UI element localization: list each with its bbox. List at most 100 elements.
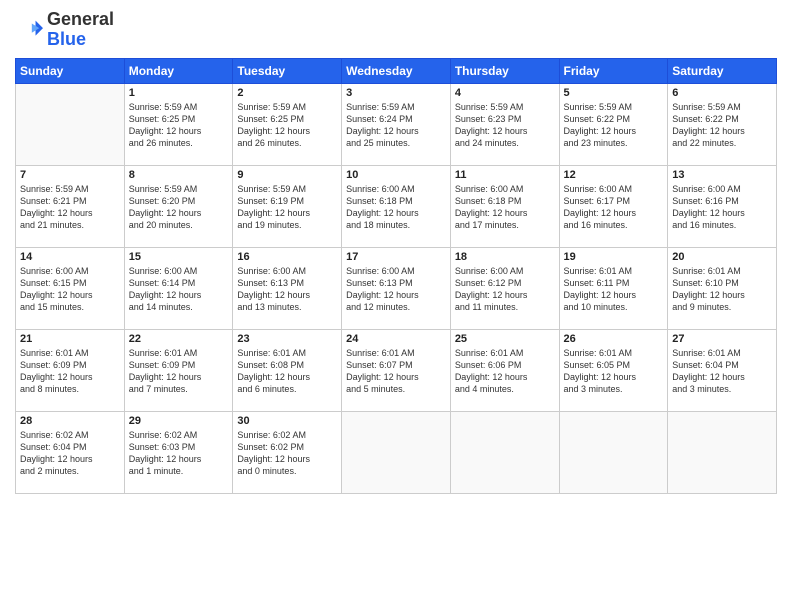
day-number: 16 bbox=[237, 251, 337, 263]
day-info: Sunrise: 6:02 AM Sunset: 6:02 PM Dayligh… bbox=[237, 429, 337, 478]
day-number: 24 bbox=[346, 333, 446, 345]
day-info: Sunrise: 6:01 AM Sunset: 6:07 PM Dayligh… bbox=[346, 347, 446, 396]
calendar-cell: 8Sunrise: 5:59 AM Sunset: 6:20 PM Daylig… bbox=[124, 165, 233, 247]
day-number: 6 bbox=[672, 87, 772, 99]
calendar-cell: 11Sunrise: 6:00 AM Sunset: 6:18 PM Dayli… bbox=[450, 165, 559, 247]
day-number: 7 bbox=[20, 169, 120, 181]
day-number: 9 bbox=[237, 169, 337, 181]
calendar-week-row: 1 Sunrise: 5:59 AM Sunset: 6:25 PM Daylig… bbox=[16, 83, 777, 165]
day-info: Sunrise: 5:59 AM Sunset: 6:25 PM Dayligh… bbox=[237, 101, 337, 150]
calendar-cell: 27 Sunrise: 6:01 AM Sunset: 6:04 PM Dayli… bbox=[668, 329, 777, 411]
calendar-week-row: 14Sunrise: 6:00 AM Sunset: 6:15 PM Dayli… bbox=[16, 247, 777, 329]
calendar-cell bbox=[559, 411, 668, 493]
weekday-header: Friday bbox=[559, 58, 668, 83]
calendar-cell: 28 Sunrise: 6:02 AM Sunset: 6:04 PM Dayli… bbox=[16, 411, 125, 493]
day-info: Sunrise: 6:00 AM Sunset: 6:14 PM Dayligh… bbox=[129, 265, 229, 314]
calendar-cell bbox=[668, 411, 777, 493]
day-info: Sunrise: 5:59 AM Sunset: 6:21 PM Dayligh… bbox=[20, 183, 120, 232]
calendar-week-row: 7 Sunrise: 5:59 AM Sunset: 6:21 PM Daylig… bbox=[16, 165, 777, 247]
calendar-cell: 21Sunrise: 6:01 AM Sunset: 6:09 PM Dayli… bbox=[16, 329, 125, 411]
day-info: Sunrise: 5:59 AM Sunset: 6:22 PM Dayligh… bbox=[672, 101, 772, 150]
weekday-header: Tuesday bbox=[233, 58, 342, 83]
calendar-cell: 19 Sunrise: 6:01 AM Sunset: 6:11 PM Dayli… bbox=[559, 247, 668, 329]
calendar-cell: 1 Sunrise: 5:59 AM Sunset: 6:25 PM Daylig… bbox=[124, 83, 233, 165]
day-info: Sunrise: 6:01 AM Sunset: 6:09 PM Dayligh… bbox=[129, 347, 229, 396]
calendar-cell: 20Sunrise: 6:01 AM Sunset: 6:10 PM Dayli… bbox=[668, 247, 777, 329]
day-number: 25 bbox=[455, 333, 555, 345]
day-number: 28 bbox=[20, 415, 120, 427]
day-number: 17 bbox=[346, 251, 446, 263]
day-number: 29 bbox=[129, 415, 229, 427]
calendar-week-row: 28 Sunrise: 6:02 AM Sunset: 6:04 PM Dayli… bbox=[16, 411, 777, 493]
calendar-cell bbox=[450, 411, 559, 493]
calendar-week-row: 21Sunrise: 6:01 AM Sunset: 6:09 PM Dayli… bbox=[16, 329, 777, 411]
day-number: 26 bbox=[564, 333, 664, 345]
day-number: 11 bbox=[455, 169, 555, 181]
day-number: 13 bbox=[672, 169, 772, 181]
calendar-cell: 2 Sunrise: 5:59 AM Sunset: 6:25 PM Daylig… bbox=[233, 83, 342, 165]
calendar-cell: 3 Sunrise: 5:59 AM Sunset: 6:24 PM Daylig… bbox=[342, 83, 451, 165]
header: General Blue bbox=[15, 10, 777, 50]
calendar-cell: 16 Sunrise: 6:00 AM Sunset: 6:13 PM Dayli… bbox=[233, 247, 342, 329]
calendar-cell: 24 Sunrise: 6:01 AM Sunset: 6:07 PM Dayli… bbox=[342, 329, 451, 411]
logo-text: General Blue bbox=[47, 10, 114, 50]
calendar-cell: 25Sunrise: 6:01 AM Sunset: 6:06 PM Dayli… bbox=[450, 329, 559, 411]
weekday-header: Wednesday bbox=[342, 58, 451, 83]
calendar-cell: 4 Sunrise: 5:59 AM Sunset: 6:23 PM Daylig… bbox=[450, 83, 559, 165]
weekday-header: Sunday bbox=[16, 58, 125, 83]
calendar-cell: 13 Sunrise: 6:00 AM Sunset: 6:16 PM Dayli… bbox=[668, 165, 777, 247]
day-info: Sunrise: 6:00 AM Sunset: 6:13 PM Dayligh… bbox=[346, 265, 446, 314]
calendar-cell: 12 Sunrise: 6:00 AM Sunset: 6:17 PM Dayli… bbox=[559, 165, 668, 247]
day-info: Sunrise: 6:01 AM Sunset: 6:04 PM Dayligh… bbox=[672, 347, 772, 396]
day-number: 27 bbox=[672, 333, 772, 345]
day-number: 5 bbox=[564, 87, 664, 99]
calendar-cell: 18 Sunrise: 6:00 AM Sunset: 6:12 PM Dayli… bbox=[450, 247, 559, 329]
calendar-cell: 23 Sunrise: 6:01 AM Sunset: 6:08 PM Dayli… bbox=[233, 329, 342, 411]
day-info: Sunrise: 5:59 AM Sunset: 6:22 PM Dayligh… bbox=[564, 101, 664, 150]
day-info: Sunrise: 6:02 AM Sunset: 6:04 PM Dayligh… bbox=[20, 429, 120, 478]
day-info: Sunrise: 6:01 AM Sunset: 6:11 PM Dayligh… bbox=[564, 265, 664, 314]
day-info: Sunrise: 6:00 AM Sunset: 6:13 PM Dayligh… bbox=[237, 265, 337, 314]
calendar-cell: 6 Sunrise: 5:59 AM Sunset: 6:22 PM Daylig… bbox=[668, 83, 777, 165]
day-number: 15 bbox=[129, 251, 229, 263]
calendar-cell bbox=[342, 411, 451, 493]
day-number: 12 bbox=[564, 169, 664, 181]
calendar-cell: 7 Sunrise: 5:59 AM Sunset: 6:21 PM Daylig… bbox=[16, 165, 125, 247]
day-info: Sunrise: 6:01 AM Sunset: 6:09 PM Dayligh… bbox=[20, 347, 120, 396]
day-info: Sunrise: 5:59 AM Sunset: 6:25 PM Dayligh… bbox=[129, 101, 229, 150]
calendar-cell: 17 Sunrise: 6:00 AM Sunset: 6:13 PM Dayli… bbox=[342, 247, 451, 329]
day-info: Sunrise: 6:00 AM Sunset: 6:12 PM Dayligh… bbox=[455, 265, 555, 314]
day-number: 2 bbox=[237, 87, 337, 99]
day-info: Sunrise: 6:01 AM Sunset: 6:10 PM Dayligh… bbox=[672, 265, 772, 314]
day-number: 22 bbox=[129, 333, 229, 345]
weekday-header: Thursday bbox=[450, 58, 559, 83]
day-number: 30 bbox=[237, 415, 337, 427]
day-info: Sunrise: 6:01 AM Sunset: 6:08 PM Dayligh… bbox=[237, 347, 337, 396]
day-info: Sunrise: 6:00 AM Sunset: 6:17 PM Dayligh… bbox=[564, 183, 664, 232]
calendar-cell: 30 Sunrise: 6:02 AM Sunset: 6:02 PM Dayli… bbox=[233, 411, 342, 493]
calendar-cell: 15 Sunrise: 6:00 AM Sunset: 6:14 PM Dayli… bbox=[124, 247, 233, 329]
day-number: 19 bbox=[564, 251, 664, 263]
calendar-cell: 22 Sunrise: 6:01 AM Sunset: 6:09 PM Dayli… bbox=[124, 329, 233, 411]
logo-icon bbox=[15, 16, 43, 44]
logo-line1: General bbox=[47, 10, 114, 30]
calendar-cell: 14Sunrise: 6:00 AM Sunset: 6:15 PM Dayli… bbox=[16, 247, 125, 329]
day-info: Sunrise: 6:00 AM Sunset: 6:18 PM Dayligh… bbox=[346, 183, 446, 232]
day-number: 4 bbox=[455, 87, 555, 99]
day-info: Sunrise: 6:02 AM Sunset: 6:03 PM Dayligh… bbox=[129, 429, 229, 478]
day-info: Sunrise: 6:00 AM Sunset: 6:15 PM Dayligh… bbox=[20, 265, 120, 314]
day-info: Sunrise: 5:59 AM Sunset: 6:23 PM Dayligh… bbox=[455, 101, 555, 150]
day-info: Sunrise: 5:59 AM Sunset: 6:24 PM Dayligh… bbox=[346, 101, 446, 150]
logo-line2: Blue bbox=[47, 30, 114, 50]
day-number: 23 bbox=[237, 333, 337, 345]
day-number: 18 bbox=[455, 251, 555, 263]
calendar: SundayMondayTuesdayWednesdayThursdayFrid… bbox=[15, 58, 777, 494]
day-number: 3 bbox=[346, 87, 446, 99]
day-number: 1 bbox=[129, 87, 229, 99]
day-number: 8 bbox=[129, 169, 229, 181]
day-info: Sunrise: 5:59 AM Sunset: 6:19 PM Dayligh… bbox=[237, 183, 337, 232]
calendar-cell: 9 Sunrise: 5:59 AM Sunset: 6:19 PM Daylig… bbox=[233, 165, 342, 247]
day-info: Sunrise: 6:00 AM Sunset: 6:16 PM Dayligh… bbox=[672, 183, 772, 232]
day-info: Sunrise: 6:01 AM Sunset: 6:05 PM Dayligh… bbox=[564, 347, 664, 396]
calendar-cell bbox=[16, 83, 125, 165]
